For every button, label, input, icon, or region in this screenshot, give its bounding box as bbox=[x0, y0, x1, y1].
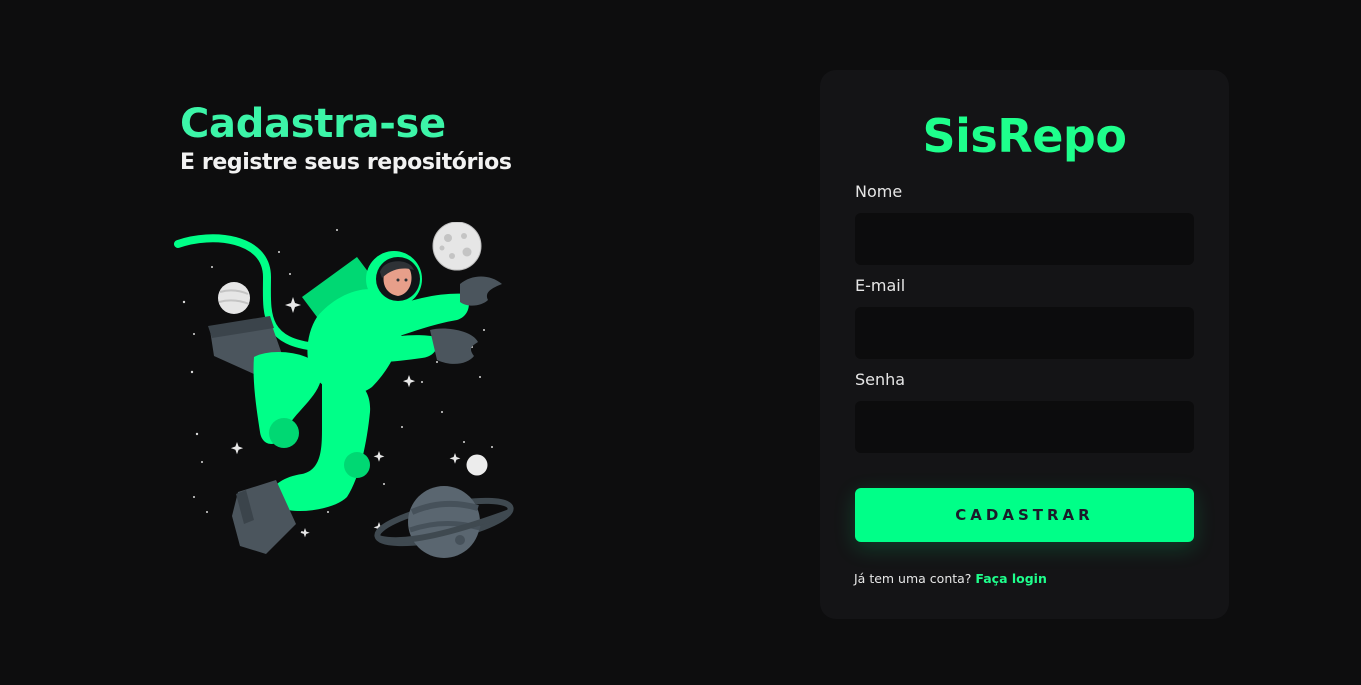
email-input[interactable] bbox=[855, 307, 1194, 359]
password-input[interactable] bbox=[855, 401, 1194, 453]
register-button[interactable]: CADASTRAR bbox=[855, 488, 1194, 542]
hero-section: Cadastra-se E registre seus repositórios bbox=[180, 100, 580, 178]
name-label: Nome bbox=[855, 182, 903, 201]
signup-card: SisRepo Nome E-mail Senha CADASTRAR Já t… bbox=[820, 70, 1229, 619]
password-label: Senha bbox=[855, 370, 906, 389]
white-planet-icon bbox=[466, 454, 488, 476]
login-prompt-text: Já tem uma conta? bbox=[854, 571, 972, 586]
moon-icon bbox=[432, 222, 482, 271]
hero-title: Cadastra-se bbox=[180, 101, 446, 147]
login-prompt: Já tem uma conta? Faça login bbox=[854, 571, 1047, 587]
small-planet-icon bbox=[218, 282, 250, 314]
ringed-planet-icon bbox=[374, 486, 514, 558]
brand-title: SisRepo bbox=[922, 109, 1127, 163]
login-link[interactable]: Faça login bbox=[975, 571, 1046, 586]
name-input[interactable] bbox=[855, 213, 1194, 265]
astronaut-illustration bbox=[174, 222, 514, 558]
email-label: E-mail bbox=[855, 276, 906, 295]
hero-subtitle: E registre seus repositórios bbox=[180, 150, 512, 175]
signup-page: Cadastra-se E registre seus repositórios bbox=[0, 0, 1361, 685]
